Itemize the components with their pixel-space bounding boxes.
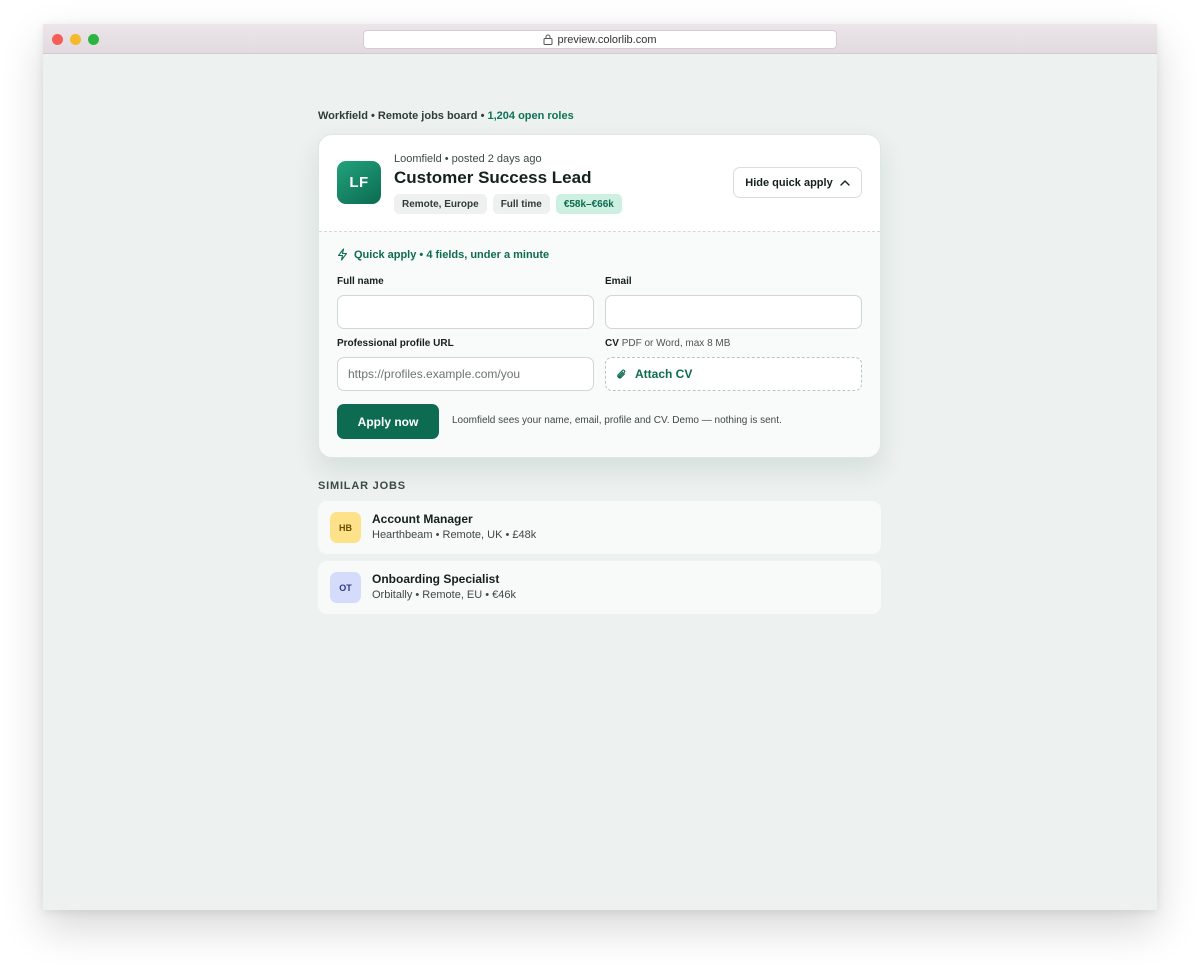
board-description: Remote jobs board: [377, 110, 478, 122]
profile-url-label: Professional profile URL: [337, 338, 454, 349]
quick-apply-heading-text: Quick apply • 4 fields, under a minute: [354, 248, 550, 261]
chevron-up-icon: [840, 180, 850, 186]
paperclip-icon: [617, 369, 626, 378]
close-window-button[interactable]: [52, 34, 63, 45]
job-tags: Remote, Europe Full time €58k–€66k: [394, 194, 622, 214]
similar-job-title: Account Manager: [372, 512, 473, 526]
full-name-input[interactable]: [337, 295, 594, 329]
similar-job-meta: Hearthbeam • Remote, UK • £48k: [372, 529, 537, 541]
cv-hint: PDF or Word, max 8 MB: [621, 338, 731, 349]
similar-job-item[interactable]: HB Account Manager Hearthbeam • Remote, …: [318, 501, 881, 554]
quick-apply-heading: Quick apply • 4 fields, under a minute: [337, 248, 549, 261]
attach-cv-label: Attach CV: [635, 367, 693, 381]
job-title: Customer Success Lead: [394, 168, 592, 187]
similar-job-item[interactable]: OT Onboarding Specialist Orbitally • Rem…: [318, 561, 881, 614]
cv-field: CV PDF or Word, max 8 MB Attach CV: [605, 338, 862, 391]
email-field: Email: [605, 276, 862, 329]
site-name: Workfield: [318, 110, 368, 122]
job-card-header: LF Loomfield • posted 2 days ago Custome…: [319, 135, 880, 232]
company-logo: LF: [337, 161, 381, 204]
full-name-field: Full name: [337, 276, 594, 329]
page-content: Workfield • Remote jobs board • 1,204 op…: [318, 108, 881, 614]
email-input[interactable]: [605, 295, 862, 329]
location-tag: Remote, Europe: [394, 194, 487, 214]
similar-jobs-heading: SIMILAR JOBS: [318, 480, 406, 492]
open-roles-count: 1,204 open roles: [487, 110, 574, 122]
full-name-label: Full name: [337, 276, 384, 287]
similar-job-logo: HB: [330, 512, 361, 543]
cv-label: CV PDF or Word, max 8 MB: [605, 338, 731, 349]
hide-quick-apply-label: Hide quick apply: [745, 176, 833, 189]
address-bar[interactable]: preview.colorlib.com: [363, 30, 837, 49]
profile-url-input[interactable]: https://profiles.example.com/you: [337, 357, 594, 391]
browser-titlebar: preview.colorlib.com: [43, 24, 1157, 54]
lightning-icon: [337, 248, 348, 261]
url-text: preview.colorlib.com: [557, 33, 657, 46]
similar-job-logo: OT: [330, 572, 361, 603]
attach-cv-button[interactable]: Attach CV: [605, 357, 862, 391]
email-label: Email: [605, 276, 632, 287]
similar-job-meta: Orbitally • Remote, EU • €46k: [372, 589, 517, 601]
minimize-window-button[interactable]: [70, 34, 81, 45]
maximize-window-button[interactable]: [88, 34, 99, 45]
apply-now-button[interactable]: Apply now: [337, 404, 439, 439]
privacy-note: Loomfield sees your name, email, profile…: [452, 415, 782, 426]
employment-type-tag: Full time: [492, 194, 550, 214]
profile-url-field: Professional profile URL https://profile…: [337, 338, 594, 391]
browser-window: preview.colorlib.com Workfield • Remote …: [43, 24, 1157, 910]
hide-quick-apply-button[interactable]: Hide quick apply: [733, 167, 862, 198]
board-header: Workfield • Remote jobs board • 1,204 op…: [318, 110, 574, 122]
quick-apply-form: Quick apply • 4 fields, under a minute F…: [319, 232, 880, 457]
company-posted-line: Loomfield • posted 2 days ago: [394, 153, 542, 165]
job-card: LF Loomfield • posted 2 days ago Custome…: [318, 134, 881, 458]
lock-icon: [543, 34, 553, 45]
salary-tag: €58k–€66k: [555, 194, 622, 214]
similar-job-title: Onboarding Specialist: [372, 572, 500, 586]
